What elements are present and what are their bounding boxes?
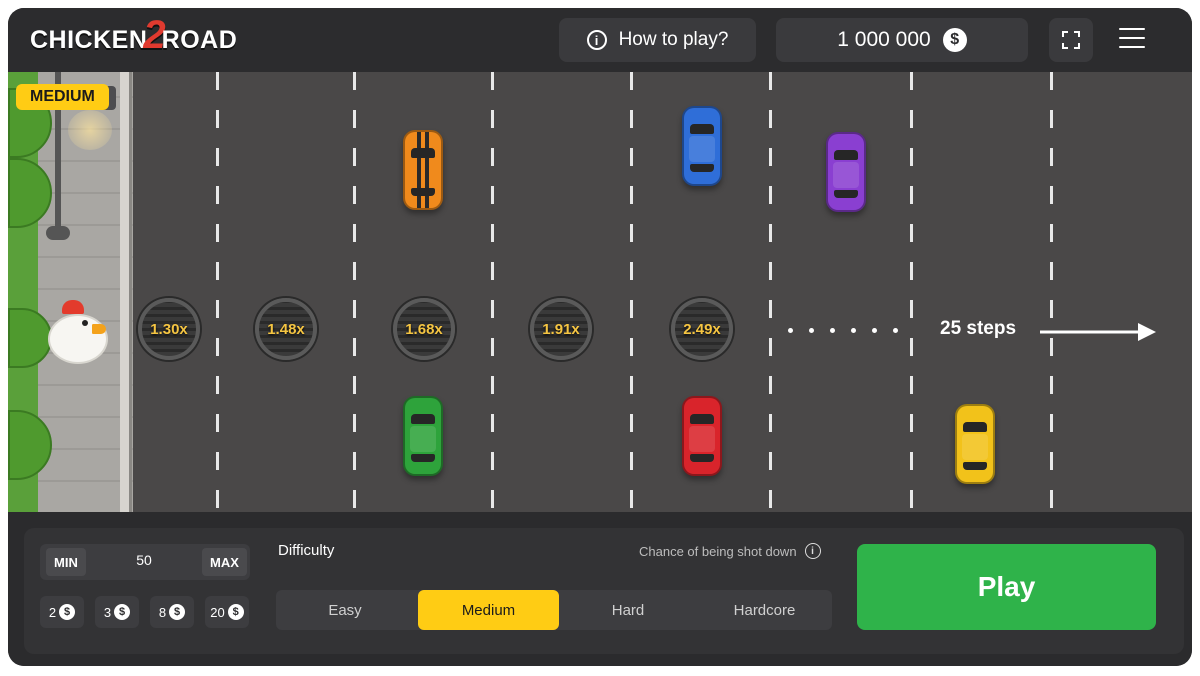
quick-bet-amount: 3 — [103, 604, 112, 620]
quick-bet-amount: 20 — [210, 604, 225, 620]
car-red — [682, 396, 722, 476]
curb — [120, 72, 132, 512]
play-button[interactable]: Play — [857, 544, 1156, 630]
multiplier-label: 1.68x — [405, 320, 443, 338]
balance-value: 1 000 000 — [837, 28, 931, 51]
quick-bet-8-button[interactable]: 8 $ — [150, 596, 194, 628]
dollar-coin-icon: $ — [227, 604, 244, 620]
quick-bet-20-button[interactable]: 20 $ — [205, 596, 249, 628]
lane-divider — [216, 72, 219, 512]
lamp-base — [46, 226, 70, 240]
lane-divider — [353, 72, 356, 512]
min-bet-button[interactable]: MIN — [46, 548, 86, 576]
info-icon[interactable]: i — [804, 543, 821, 559]
info-icon: i — [586, 30, 607, 50]
multiplier-label: 1.48x — [267, 320, 305, 338]
lane-divider — [630, 72, 633, 512]
car-green — [403, 396, 443, 476]
difficulty-medium-tab[interactable]: Medium — [418, 590, 559, 630]
step-manhole-2[interactable]: 1.48x — [255, 298, 317, 360]
dollar-coin-icon: $ — [59, 604, 76, 620]
quick-bet-amount: 2 — [48, 604, 57, 620]
difficulty-easy-tab[interactable]: Easy — [276, 590, 414, 630]
logo-word-right: ROAD — [161, 25, 238, 54]
difficulty-hardcore-tab[interactable]: Hardcore — [697, 590, 832, 630]
lane-divider — [769, 72, 772, 512]
dollar-coin-icon: $ — [114, 604, 131, 620]
fullscreen-icon — [1062, 31, 1080, 49]
car-blue — [682, 106, 722, 186]
difficulty-label: Difficulty — [278, 542, 335, 559]
car-purple — [826, 132, 866, 212]
car-yellow — [955, 404, 995, 484]
lamp-light — [68, 110, 112, 150]
quick-bet-2-button[interactable]: 2 $ — [40, 596, 84, 628]
how-to-play-button[interactable]: i How to play? — [559, 18, 756, 62]
step-manhole-4[interactable]: 1.91x — [530, 298, 592, 360]
quick-bet-3-button[interactable]: 3 $ — [95, 596, 139, 628]
steps-count: 25 steps — [940, 318, 1017, 339]
bet-amount-input[interactable]: 50 — [108, 552, 180, 568]
multiplier-label: 2.49x — [683, 320, 721, 338]
balance-display: 1 000 000 $ — [776, 18, 1028, 62]
lane-divider — [491, 72, 494, 512]
difficulty-badge: MEDIUM — [16, 84, 109, 110]
lane-divider — [1050, 72, 1053, 512]
more-steps-dots — [788, 328, 898, 334]
hamburger-menu-icon[interactable] — [1119, 28, 1145, 50]
lane-divider — [910, 72, 913, 512]
car-orange — [403, 130, 443, 210]
max-bet-button[interactable]: MAX — [202, 548, 247, 576]
dollar-coin-icon: $ — [942, 28, 967, 52]
multiplier-label: 1.91x — [542, 320, 580, 338]
multiplier-label: 1.30x — [150, 320, 188, 338]
logo: CHICKEN 2 ROAD — [30, 13, 238, 58]
step-manhole-3[interactable]: 1.68x — [393, 298, 455, 360]
fullscreen-button[interactable] — [1049, 18, 1093, 62]
quick-bet-amount: 8 — [158, 604, 167, 620]
road — [8, 72, 1192, 512]
difficulty-hard-tab[interactable]: Hard — [559, 590, 697, 630]
step-manhole-1[interactable]: 1.30x — [138, 298, 200, 360]
chance-label: Chance of being shot down i — [639, 543, 821, 559]
step-manhole-5[interactable]: 2.49x — [671, 298, 733, 360]
dollar-coin-icon: $ — [169, 604, 186, 620]
arrow-right-icon — [1040, 323, 1156, 341]
top-bar: CHICKEN 2 ROAD i How to play? 1 000 000 … — [8, 8, 1192, 72]
chance-text: Chance of being shot down — [639, 543, 797, 559]
how-to-play-label: How to play? — [618, 29, 729, 50]
logo-word-left: CHICKEN — [30, 25, 148, 54]
chicken-player — [44, 296, 112, 368]
game-window: CHICKEN 2 ROAD i How to play? 1 000 000 … — [8, 8, 1192, 666]
